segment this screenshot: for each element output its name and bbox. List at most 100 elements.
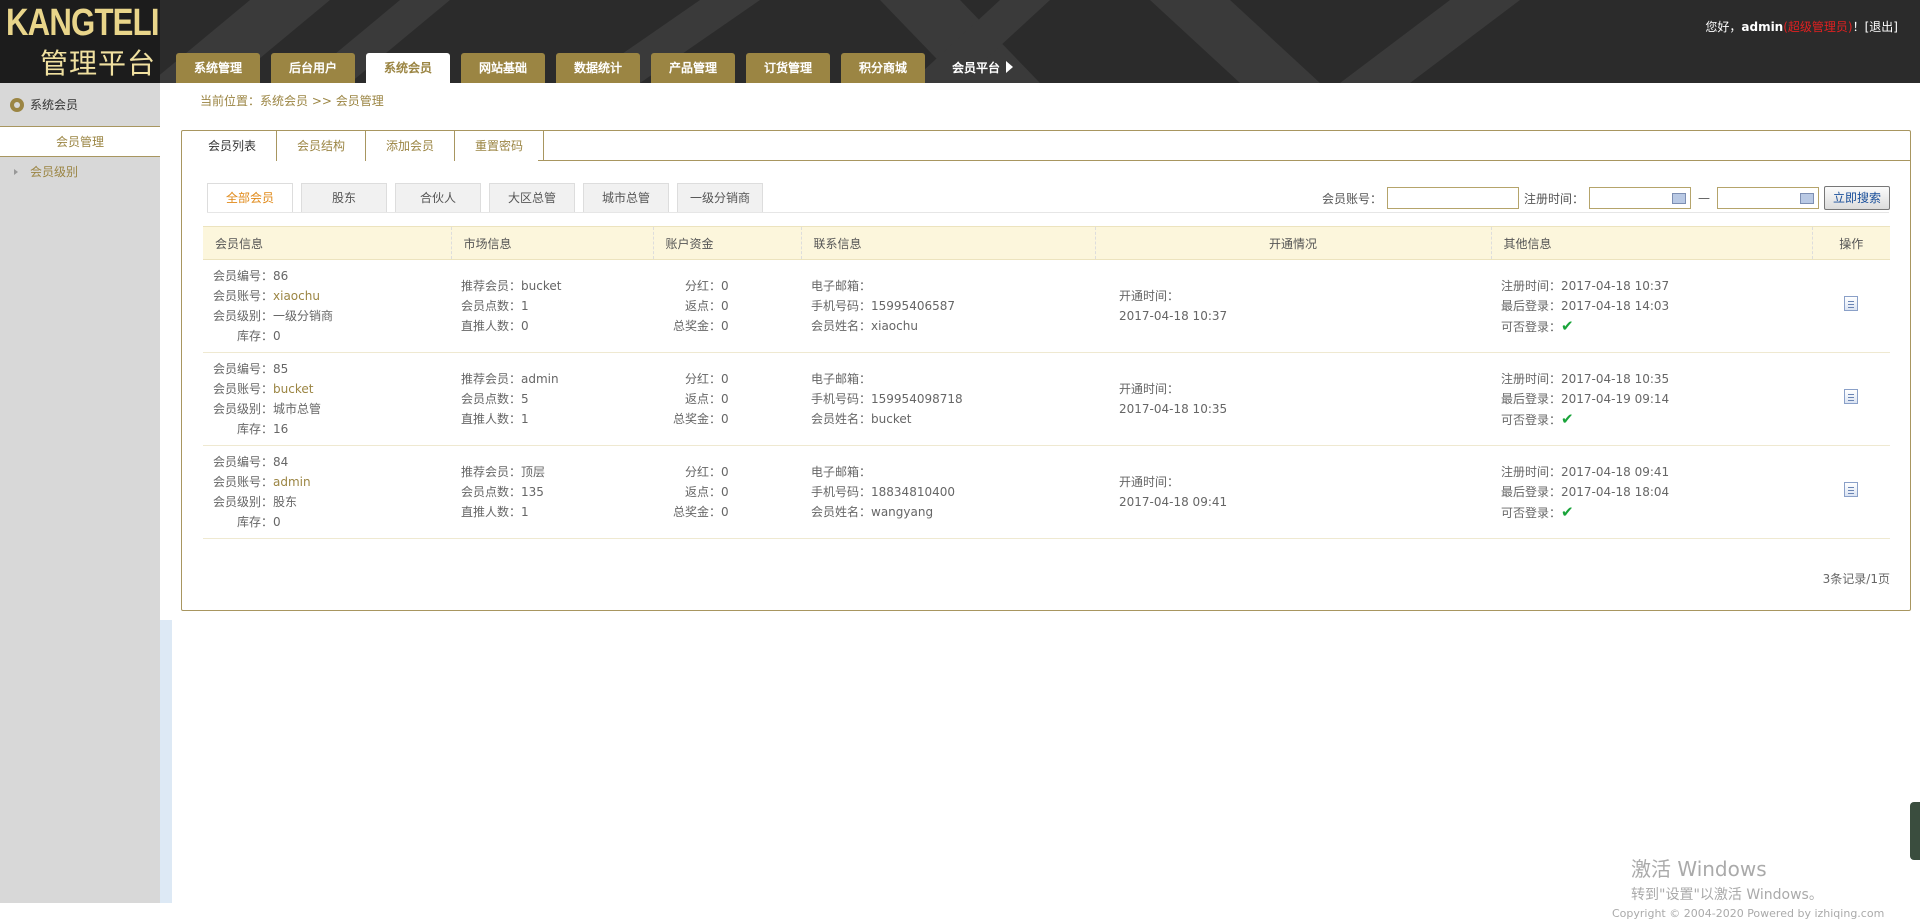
field-value: bucket: [871, 412, 912, 426]
filter-first-distributor[interactable]: 一级分销商: [677, 183, 763, 212]
edit-icon[interactable]: [1844, 481, 1858, 497]
field-value: 0: [521, 319, 529, 333]
filter-partner[interactable]: 合伙人: [395, 183, 481, 212]
topnav-tab-points-mall[interactable]: 积分商城: [841, 53, 925, 83]
field-label: 推荐会员：: [461, 372, 522, 386]
field: 会员账号：bucket: [213, 379, 451, 399]
col-other-info: 其他信息: [1491, 226, 1813, 260]
logout-link[interactable]: [退出]: [1865, 20, 1898, 34]
topnav-tab-member-platform[interactable]: 会员平台: [936, 53, 1029, 83]
user-role: (超级管理员): [1783, 20, 1853, 34]
watermark-line2: 转到"设置"以激活 Windows。: [1631, 887, 1823, 903]
field-value[interactable]: bucket: [273, 382, 313, 396]
field: 会员级别：股东: [213, 492, 451, 512]
side-panel-handle[interactable]: [1910, 802, 1920, 860]
field: 库存：0: [213, 326, 451, 346]
topnav-tab-system[interactable]: 系统管理: [176, 53, 260, 83]
topnav-tab-statistics[interactable]: 数据统计: [556, 53, 640, 83]
field-label: 手机号码：: [811, 392, 872, 406]
member-type-filters: 全部会员 股东 合伙人 大区总管 城市总管 一级分销商: [207, 183, 771, 212]
topnav-tab-site-basics[interactable]: 网站基础: [461, 53, 545, 83]
record-count: 3条记录/1页: [1822, 572, 1890, 586]
field-label: 会员编号：: [213, 455, 274, 469]
calendar-icon[interactable]: [1799, 193, 1814, 204]
field-value: 2017-04-19 09:14: [1561, 391, 1670, 406]
field: 返点：0: [673, 296, 801, 316]
field-label: 会员编号：: [213, 269, 274, 283]
field: 返点：0: [673, 482, 801, 502]
opened-label: 开通时间：: [1119, 289, 1180, 303]
field-value: 159954098718: [871, 392, 963, 406]
field: 电子邮箱：: [811, 462, 1095, 482]
tab-member-structure[interactable]: 会员结构: [277, 131, 367, 161]
tab-reset-password[interactable]: 重置密码: [455, 131, 545, 161]
search-bar: 会员账号： 注册时间： — 立即搜索: [1322, 186, 1890, 210]
field-value: 一级分销商: [273, 309, 334, 323]
field: 总奖金：0: [673, 409, 801, 429]
field: 推荐会员：admin: [461, 369, 653, 389]
logo: KANGTELI 管理平台: [0, 0, 160, 83]
sidebar-splitter[interactable]: [160, 620, 172, 903]
field-label: 会员账号：: [213, 289, 274, 303]
filter-shareholder[interactable]: 股东: [301, 183, 387, 212]
field-value: 0: [721, 412, 729, 426]
cell-member-info: 会员编号：86 会员账号：xiaochu 会员级别：一级分销商 库存：0: [203, 259, 451, 353]
account-input[interactable]: [1386, 187, 1519, 209]
filter-city-manager[interactable]: 城市总管: [583, 183, 669, 212]
field-label: 电子邮箱：: [811, 279, 872, 293]
edit-icon[interactable]: [1844, 388, 1858, 404]
field: 注册时间：2017-04-18 10:35: [1501, 369, 1812, 389]
field: 库存：16: [213, 419, 451, 439]
field-value: 2017-04-18 14:03: [1561, 298, 1670, 313]
calendar-icon[interactable]: [1671, 193, 1686, 204]
field-label: 注册时间：: [1501, 371, 1562, 386]
field-value[interactable]: xiaochu: [273, 289, 320, 303]
field: 分红：0: [673, 276, 801, 296]
field: 返点：0: [673, 389, 801, 409]
field-value: 0: [721, 505, 729, 519]
field-label: 手机号码：: [811, 485, 872, 499]
date-range-dash: —: [1697, 191, 1710, 205]
field-label: 返点：: [685, 392, 722, 406]
sidebar-item-member-level[interactable]: 会员级别: [0, 157, 160, 187]
tab-add-member[interactable]: 添加会员: [366, 131, 456, 161]
field: 注册时间：2017-04-18 09:41: [1501, 462, 1812, 482]
cell-member-info: 会员编号：84 会员账号：admin 会员级别：股东 库存：0: [203, 445, 451, 539]
topnav-tab-backend-users[interactable]: 后台用户: [271, 53, 355, 83]
panel-tabs-underline: [538, 160, 1910, 161]
filter-region-manager[interactable]: 大区总管: [489, 183, 575, 212]
topnav-tab-products[interactable]: 产品管理: [651, 53, 735, 83]
sidebar-section-members[interactable]: 系统会员: [0, 83, 160, 127]
filter-all-members[interactable]: 全部会员: [207, 183, 293, 212]
cell-market-info: 推荐会员：bucket 会员点数：1 直推人数：0: [451, 259, 653, 353]
topnav-tab-members[interactable]: 系统会员: [366, 53, 450, 83]
field: 会员级别：城市总管: [213, 399, 451, 419]
field: 最后登录：2017-04-19 09:14: [1501, 389, 1812, 409]
field-label: 会员点数：: [461, 392, 522, 406]
field-label: 会员点数：: [461, 299, 522, 313]
field-value: 0: [721, 319, 729, 333]
field: 手机号码：159954098718: [811, 389, 1095, 409]
cell-actions: [1812, 445, 1890, 539]
field: 会员点数：5: [461, 389, 653, 409]
member-table: 会员信息 市场信息 账户资金 联系信息 开通情况 其他信息 操作 会员编号：86…: [203, 226, 1890, 539]
field: 会员点数：1: [461, 296, 653, 316]
top-header: KANGTELI 管理平台 系统管理 后台用户 系统会员 网站基础 数据统计 产…: [0, 0, 1920, 83]
field-value[interactable]: admin: [273, 475, 311, 489]
sidebar-item-member-management[interactable]: 会员管理: [0, 127, 160, 157]
date-from-wrap: [1584, 187, 1696, 209]
field-value: 18834810400: [871, 485, 955, 499]
field-value: 股东: [273, 495, 298, 509]
gear-icon: [10, 98, 24, 112]
tab-member-list[interactable]: 会员列表: [188, 131, 278, 161]
field: 直推人数：1: [461, 409, 653, 429]
table-row: 会员编号：86 会员账号：xiaochu 会员级别：一级分销商 库存：0 推荐会员：bu…: [203, 259, 1890, 353]
topnav-tab-orders[interactable]: 订货管理: [746, 53, 830, 83]
table-header-row: 会员信息 市场信息 账户资金 联系信息 开通情况 其他信息 操作: [203, 226, 1890, 260]
field-value: ✔: [1561, 502, 1574, 521]
opened-value: 2017-04-18 09:41: [1119, 495, 1228, 509]
edit-icon[interactable]: [1844, 295, 1858, 311]
search-button[interactable]: 立即搜索: [1823, 186, 1890, 210]
field-value: 顶层: [521, 465, 546, 479]
field-label: 会员级别：: [213, 402, 274, 416]
